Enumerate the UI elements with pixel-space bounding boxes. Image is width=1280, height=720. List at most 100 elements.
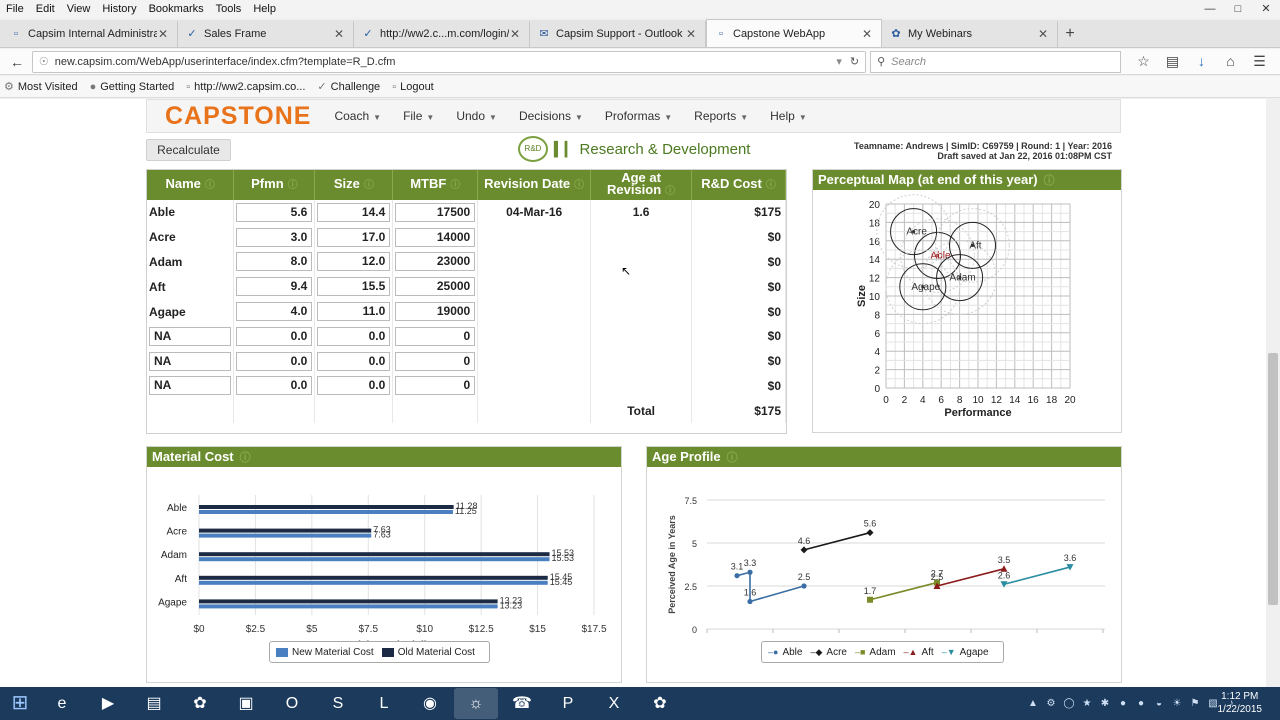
taskbar-clock[interactable]: 1:12 PM 1/22/2015 xyxy=(1218,690,1263,716)
mtbf-input[interactable]: 17500 xyxy=(395,202,476,222)
legend-item[interactable]: –◆ Acre xyxy=(810,647,847,658)
taskbar-outlook-icon[interactable]: O xyxy=(270,688,314,719)
tray-icon[interactable]: ★ xyxy=(1078,698,1096,709)
taskbar-excel-icon[interactable]: X xyxy=(592,688,636,719)
legend-item[interactable]: Old Material Cost xyxy=(381,647,475,658)
size-input[interactable]: 0.0 xyxy=(317,326,391,346)
close-tab-icon[interactable]: ✕ xyxy=(157,27,169,41)
tray-icon[interactable]: ● xyxy=(1114,698,1132,709)
help-icon[interactable]: ⓘ xyxy=(205,180,215,191)
help-icon[interactable]: ⓘ xyxy=(450,180,460,191)
pfmn-input[interactable]: 0.0 xyxy=(236,376,313,396)
taskbar-lync-icon[interactable]: L xyxy=(362,688,406,719)
mtbf-input[interactable]: 0 xyxy=(395,376,476,396)
recalculate-button[interactable]: Recalculate xyxy=(146,139,231,161)
menu-history[interactable]: History xyxy=(96,3,142,15)
start-button[interactable]: ⊞ xyxy=(0,687,40,720)
help-icon[interactable]: ⓘ xyxy=(364,180,374,191)
legend-item[interactable]: –● Able xyxy=(768,647,802,658)
close-tab-icon[interactable]: ✕ xyxy=(1037,27,1049,41)
bookmark-item[interactable]: ▫ http://ww2.capsim.co... xyxy=(186,81,305,93)
tray-icon[interactable]: ◒ xyxy=(1150,698,1168,709)
size-input[interactable]: 0.0 xyxy=(317,351,391,371)
taskbar-media-icon[interactable]: ▶ xyxy=(86,688,130,719)
cell-name[interactable]: NA xyxy=(147,348,235,374)
close-tab-icon[interactable]: ✕ xyxy=(685,27,697,41)
browser-tab[interactable]: ▫ Capstone WebApp ✕ xyxy=(706,19,882,47)
browser-tab[interactable]: ▫ Capsim Internal Administrator ...✕ xyxy=(2,21,178,47)
reload-icon[interactable]: ↻ xyxy=(850,55,859,68)
close-button[interactable]: ✕ xyxy=(1252,0,1280,18)
new-tab-button[interactable]: + xyxy=(1058,21,1082,47)
hamburger-menu-icon[interactable]: ☰ xyxy=(1245,53,1274,70)
taskbar-phone-icon[interactable]: ☎ xyxy=(500,688,544,719)
menu-help[interactable]: Help xyxy=(247,3,282,15)
mtbf-input[interactable]: 14000 xyxy=(395,227,476,247)
tray-icon[interactable]: ▲ xyxy=(1024,698,1042,709)
taskbar-firefox-icon[interactable]: ☼ xyxy=(454,688,498,719)
app-menu-undo[interactable]: Undo ▼ xyxy=(445,109,508,123)
column-header[interactable]: Revision Date ⓘ xyxy=(477,170,592,200)
mtbf-input[interactable]: 0 xyxy=(395,326,476,346)
tray-icon[interactable]: ⚙ xyxy=(1042,698,1060,709)
taskbar-skype-icon[interactable]: S xyxy=(316,688,360,719)
pfmn-input[interactable]: 0.0 xyxy=(236,351,313,371)
taskbar-powerpoint-icon[interactable]: P xyxy=(546,688,590,719)
help-icon[interactable]: ⓘ xyxy=(665,186,675,197)
cell-name[interactable]: NA xyxy=(147,323,235,349)
column-header[interactable]: Age at Revision ⓘ xyxy=(590,170,693,200)
tray-icon[interactable]: ✱ xyxy=(1096,698,1114,709)
cell-name[interactable]: NA xyxy=(147,373,235,399)
scrollbar-thumb[interactable] xyxy=(1268,353,1278,605)
mtbf-input[interactable]: 25000 xyxy=(395,277,476,297)
column-header[interactable]: Pfmn ⓘ xyxy=(233,170,316,200)
help-icon[interactable]: ⓘ xyxy=(727,452,738,464)
taskbar-ie-icon[interactable]: e xyxy=(40,688,84,719)
star-icon[interactable]: ☆ xyxy=(1129,53,1158,70)
url-bar[interactable]: ☉ new.capsim.com/WebApp/userinterface/in… xyxy=(31,50,867,73)
menu-tools[interactable]: Tools xyxy=(210,3,248,15)
product-name-input[interactable]: NA xyxy=(149,376,232,396)
pfmn-input[interactable]: 3.0 xyxy=(236,227,313,247)
reading-list-icon[interactable]: ▤ xyxy=(1158,53,1187,70)
home-icon[interactable]: ⌂ xyxy=(1216,53,1245,70)
mtbf-input[interactable]: 19000 xyxy=(395,302,476,322)
minimize-button[interactable]: — xyxy=(1196,0,1224,18)
maximize-button[interactable]: □ xyxy=(1224,0,1252,18)
size-input[interactable]: 0.0 xyxy=(317,376,391,396)
tray-icon[interactable]: ☀ xyxy=(1168,698,1186,709)
size-input[interactable]: 14.4 xyxy=(317,202,391,222)
page-scrollbar[interactable] xyxy=(1266,99,1280,687)
app-menu-coach[interactable]: Coach ▼ xyxy=(323,109,392,123)
taskbar-chrome-icon[interactable]: ◉ xyxy=(408,688,452,719)
column-header[interactable]: Name ⓘ xyxy=(147,170,235,200)
help-icon[interactable]: ⓘ xyxy=(288,180,298,191)
browser-tab[interactable]: ✿ My Webinars ✕ xyxy=(882,21,1058,47)
bookmark-item[interactable]: ▫ Logout xyxy=(392,81,434,93)
bookmark-item[interactable]: ⚙ Most Visited xyxy=(4,80,78,94)
app-menu-help[interactable]: Help ▼ xyxy=(759,109,818,123)
column-header[interactable]: Size ⓘ xyxy=(314,170,394,200)
mtbf-input[interactable]: 23000 xyxy=(395,252,476,272)
taskbar-network-icon[interactable]: ▣ xyxy=(224,688,268,719)
browser-tab[interactable]: ✓ Sales Frame ✕ xyxy=(178,21,354,47)
column-header[interactable]: MTBF ⓘ xyxy=(392,170,479,200)
browser-tab[interactable]: ✓ http://ww2.c...m.com/login/✕ xyxy=(354,21,530,47)
menu-bookmarks[interactable]: Bookmarks xyxy=(143,3,210,15)
mtbf-input[interactable]: 0 xyxy=(395,351,476,371)
help-icon[interactable]: ⓘ xyxy=(574,180,584,191)
close-tab-icon[interactable]: ✕ xyxy=(509,27,521,41)
search-input[interactable]: ⚲ Search xyxy=(870,50,1122,73)
bookmark-item[interactable]: ● Getting Started xyxy=(90,81,175,93)
dropdown-icon[interactable]: ▾ xyxy=(836,55,842,68)
tray-icon[interactable]: ◯ xyxy=(1060,698,1078,709)
taskbar-flower-icon[interactable]: ✿ xyxy=(178,688,222,719)
tray-icon[interactable]: ⚑ xyxy=(1186,698,1204,709)
size-input[interactable]: 17.0 xyxy=(317,227,391,247)
pfmn-input[interactable]: 5.6 xyxy=(236,202,313,222)
menu-edit[interactable]: Edit xyxy=(30,3,61,15)
legend-item[interactable]: –■ Adam xyxy=(855,647,896,658)
help-icon[interactable]: ⓘ xyxy=(766,180,776,191)
app-menu-proformas[interactable]: Proformas ▼ xyxy=(594,109,683,123)
browser-tab[interactable]: ✉ Capsim Support - Outlook ... ✕ xyxy=(530,21,706,47)
